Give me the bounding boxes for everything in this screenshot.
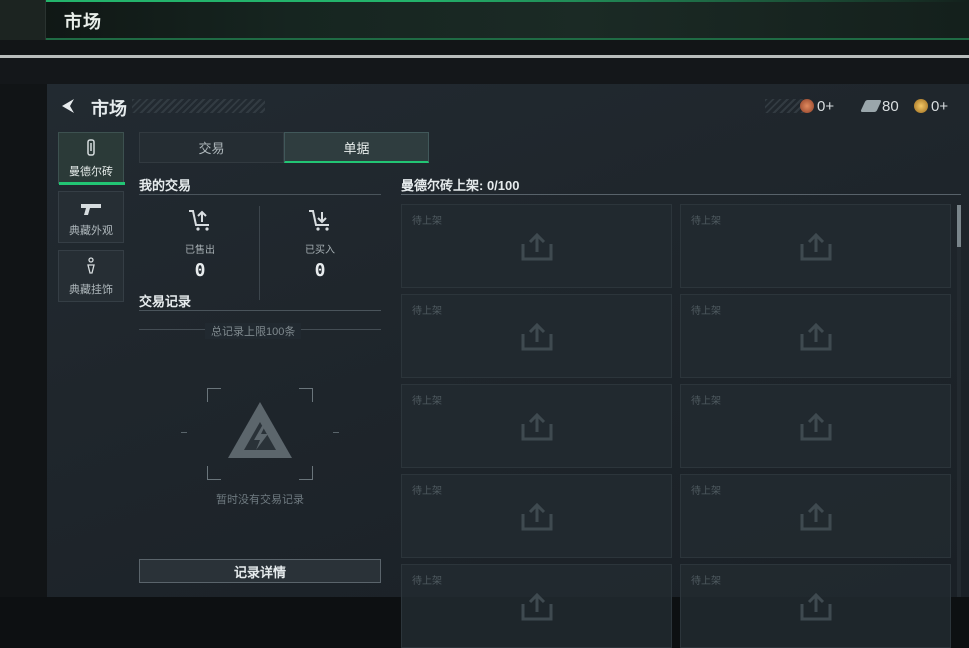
top-bar: 市场 — [0, 0, 969, 40]
slot-status: 待上架 — [691, 576, 721, 587]
frame-tick — [181, 432, 187, 433]
ticket-value: 80 — [882, 97, 899, 115]
listing-slot[interactable]: 待上架 — [680, 294, 951, 378]
charm-icon — [85, 257, 97, 278]
scrollbar-thumb[interactable] — [957, 205, 961, 247]
side-tab-brick[interactable]: 曼德尔砖 — [58, 132, 125, 185]
upload-icon — [799, 502, 833, 532]
slot-status: 待上架 — [412, 306, 442, 317]
sold-label: 已售出 — [185, 245, 215, 256]
bought-label: 已买入 — [305, 245, 335, 256]
records-underline — [139, 310, 381, 311]
tab-order[interactable]: 单据 — [284, 132, 429, 163]
top-bar-stub — [0, 0, 46, 40]
slot-status: 待上架 — [691, 486, 721, 497]
dark-strip — [0, 58, 969, 84]
empty-logo-icon — [226, 400, 294, 460]
upload-icon — [520, 412, 554, 442]
brick-icon — [85, 139, 97, 160]
slot-status: 待上架 — [691, 306, 721, 317]
records-title: 交易记录 — [139, 294, 192, 309]
currency-hatch — [765, 99, 805, 113]
my-trades-title: 我的交易 — [139, 178, 192, 193]
active-indicator — [59, 182, 125, 185]
back-arrow-icon[interactable] — [58, 96, 78, 116]
my-trades-underline — [139, 194, 381, 195]
medal-icon — [800, 99, 814, 113]
top-bar-title: 市场 — [64, 12, 102, 32]
listing-slot[interactable]: 待上架 — [401, 564, 672, 648]
ticket-icon — [860, 100, 882, 112]
coin-currency[interactable]: 0+ — [914, 96, 948, 116]
scrollbar-track[interactable] — [957, 205, 961, 597]
slot-status: 待上架 — [412, 396, 442, 407]
pistol-icon — [80, 202, 102, 219]
upload-icon — [799, 322, 833, 352]
tab-trade[interactable]: 交易 — [139, 132, 284, 163]
medal-currency[interactable]: 0+ — [800, 96, 834, 116]
limit-text: 总记录上限100条 — [205, 323, 302, 339]
listing-title: 曼德尔砖上架: 0/100 — [401, 178, 520, 193]
sold-stat: 已售出 0 — [140, 208, 260, 281]
listing-slot[interactable]: 待上架 — [680, 384, 951, 468]
coin-icon — [914, 99, 928, 113]
page-title: 市场 — [91, 99, 127, 119]
listing-slot[interactable]: 待上架 — [401, 384, 672, 468]
ticket-currency[interactable]: 80 — [860, 96, 899, 116]
side-tab-skins[interactable]: 典藏外观 — [58, 191, 124, 243]
frame-corner — [299, 466, 313, 480]
frame-tick — [333, 432, 339, 433]
frame-corner — [299, 388, 313, 402]
slot-status: 待上架 — [691, 216, 721, 227]
coin-value: 0+ — [931, 97, 949, 115]
medal-value: 0+ — [817, 97, 835, 115]
cart-upload-icon — [140, 208, 260, 237]
listing-slot[interactable]: 待上架 — [401, 474, 672, 558]
side-tab-label: 典藏挂饰 — [69, 284, 113, 296]
listing-slot[interactable]: 待上架 — [401, 294, 672, 378]
cart-download-icon — [260, 208, 380, 237]
upload-icon — [520, 502, 554, 532]
listing-slot[interactable]: 待上架 — [680, 564, 951, 648]
bought-stat: 已买入 0 — [260, 208, 380, 281]
band — [0, 40, 969, 56]
listing-slot[interactable]: 待上架 — [680, 204, 951, 288]
side-tab-label: 曼德尔砖 — [69, 166, 113, 178]
side-tab-label: 典藏外观 — [69, 225, 113, 237]
side-tab-charms[interactable]: 典藏挂饰 — [58, 250, 124, 302]
upload-icon — [799, 412, 833, 442]
frame-corner — [207, 466, 221, 480]
listing-underline — [401, 194, 961, 195]
sold-value: 0 — [194, 260, 206, 281]
record-detail-button[interactable]: 记录详情 — [139, 559, 381, 583]
upload-icon — [799, 232, 833, 262]
slot-status: 待上架 — [412, 576, 442, 587]
left-margin — [0, 84, 47, 597]
slot-status: 待上架 — [691, 396, 721, 407]
upload-icon — [520, 322, 554, 352]
listing-slot[interactable]: 待上架 — [401, 204, 672, 288]
top-glow — [46, 0, 969, 2]
header-hatch — [132, 99, 265, 113]
empty-text: 暂时没有交易记录 — [216, 494, 304, 506]
slot-status: 待上架 — [412, 216, 442, 227]
bought-value: 0 — [314, 260, 326, 281]
listing-slot[interactable]: 待上架 — [680, 474, 951, 558]
slot-status: 待上架 — [412, 486, 442, 497]
frame-corner — [207, 388, 221, 402]
upload-icon — [520, 232, 554, 262]
